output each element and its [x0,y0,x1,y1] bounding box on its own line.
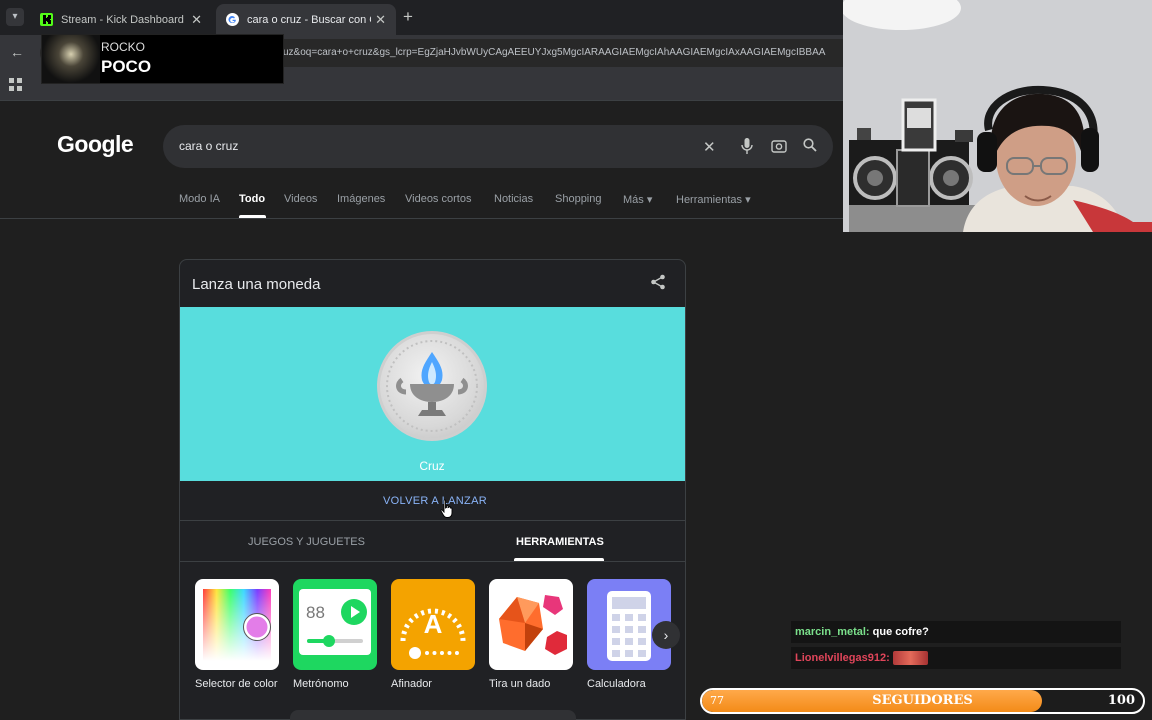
tab-videos[interactable]: Videos [284,193,317,205]
play-icon [341,599,367,625]
tuner-tile[interactable]: A [391,579,475,670]
search-query[interactable]: cara o cruz [179,139,238,153]
carousel-next-button[interactable]: › [652,621,680,649]
reflip-button[interactable]: VOLVER A LANZAR [383,495,487,507]
tab-google-search[interactable]: cara o cruz - Buscar con Google ✕ [216,4,396,35]
tab-juegos-y-juguetes[interactable]: JUEGOS Y JUGUETES [248,536,365,548]
followers-goal-bar: SEGUIDORES 77 100 [700,688,1145,714]
color-picker-tile[interactable] [195,579,279,670]
card-divider [180,520,685,521]
coin-tails-icon[interactable] [377,331,487,441]
tab-herramientas-label: Herramientas [676,194,743,206]
tab-search-button[interactable]: ▾ [6,8,24,26]
tab-mas[interactable]: Más ▾ [623,193,652,206]
tool-label: Selector de color [195,678,278,690]
metronome-icon: 88 [299,589,371,655]
chat-emote-icon [892,651,928,666]
grid-icon [9,78,22,91]
tab-modo-ia[interactable]: Modo IA [179,193,220,205]
tab-label: cara o cruz - Buscar con Google [247,13,371,26]
share-icon[interactable] [650,274,666,290]
address-bar-url[interactable]: uz&oq=cara+o+cruz&gs_lcrp=EgZjaHJvbWUyCA… [283,47,843,58]
tool-label: Afinador [391,678,432,690]
chat-username: marcin_metal: [795,626,870,638]
tuner-note: A [423,609,443,639]
hand-cursor-icon [440,499,453,518]
chalice-flame-icon [386,340,478,432]
now-playing-song: POCO [101,57,152,76]
followers-target: 100 [1107,693,1135,708]
more-results-hint [290,710,576,720]
new-tab-button[interactable]: + [403,7,413,27]
clear-icon[interactable]: ✕ [703,138,716,156]
caret-down-icon: ▾ [646,194,653,206]
google-logo[interactable]: Google [57,131,134,158]
dice-icon [499,595,567,655]
now-playing-overlay [41,34,284,84]
followers-current: 77 [710,694,724,707]
tab-herramientas[interactable]: Herramientas ▾ [676,193,751,206]
microphone-icon[interactable] [741,138,753,158]
dice-tile[interactable] [489,579,573,670]
kick-favicon-icon [40,13,53,26]
caret-down-icon: ▾ [745,194,751,206]
tab-close-icon[interactable]: ✕ [191,12,202,28]
tool-label: Metrónomo [293,678,349,690]
tab-label: Stream - Kick Dashboard [61,13,184,26]
coin-result-label: Cruz [419,459,445,473]
chat-message: Lionelvillegas912: [791,647,1121,669]
apps-grid-icon[interactable] [9,78,22,94]
chat-username: Lionelvillegas912: [795,652,890,664]
search-icon[interactable] [803,138,817,156]
chat-text: que cofre? [869,626,929,638]
tab-imagenes[interactable]: Imágenes [337,193,385,205]
tool-label: Calculadora [587,678,646,690]
tab-kick-dashboard[interactable]: Stream - Kick Dashboard ✕ [30,4,212,35]
album-art [42,35,100,83]
search-box[interactable]: cara o cruz ✕ [163,125,833,168]
nav-divider [0,218,843,219]
google-favicon-icon [226,13,239,26]
followers-goal-label: SEGUIDORES [872,693,973,708]
tab-mas-label: Más [623,194,644,206]
back-arrow-icon[interactable]: ← [10,44,24,60]
lens-camera-icon[interactable] [771,138,787,158]
card-title: Lanza una moneda [192,276,321,293]
tab-shopping[interactable]: Shopping [555,193,602,205]
tab-bar: ▾ Stream - Kick Dashboard ✕ cara o cruz … [0,0,843,35]
chat-message: marcin_metal: que cofre? [791,621,1121,643]
tab-close-icon[interactable]: ✕ [375,12,386,28]
metronome-tile[interactable]: 88 [293,579,377,670]
tab-herramientas-card[interactable]: HERRAMIENTAS [516,536,604,548]
tool-label: Tira un dado [489,678,551,690]
now-playing-artist: ROCKO [101,40,146,54]
streamer-webcam-image [843,0,1152,232]
webcam-feed [843,0,1152,232]
tab-todo[interactable]: Todo [239,193,265,205]
color-picker-icon [203,589,271,661]
metronome-bpm: 88 [306,603,325,622]
tab-noticias[interactable]: Noticias [494,193,533,205]
tab-videos-cortos[interactable]: Videos cortos [405,193,471,205]
card-tabs-divider [180,561,685,562]
